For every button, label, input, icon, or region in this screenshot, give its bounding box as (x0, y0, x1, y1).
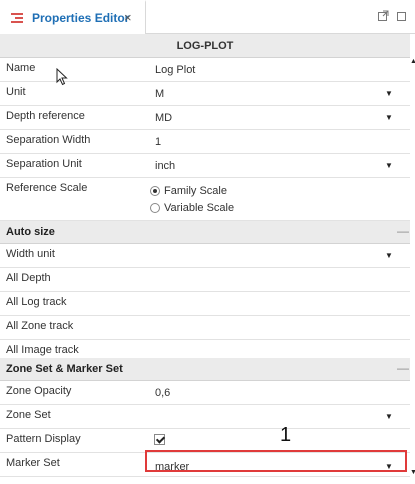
pattern-display-checkbox[interactable] (154, 434, 165, 445)
section-zone-marker-set[interactable]: Zone Set & Marker Set — (0, 358, 410, 381)
unit-dropdown-icon[interactable]: ▼ (385, 89, 393, 98)
maximize-icon[interactable] (397, 12, 406, 21)
tab-bar: Properties Editor × (0, 0, 415, 34)
radio-selected-icon[interactable] (150, 186, 160, 196)
scroll-up-icon[interactable]: ▲ (410, 58, 415, 65)
separation-unit-value[interactable]: inch (155, 160, 175, 172)
row-depth-reference[interactable]: Depth reference MD ▼ (0, 106, 410, 130)
collapse-icon[interactable]: — (397, 224, 409, 238)
depth-reference-label: Depth reference (6, 110, 85, 122)
zone-set-label: Zone Set (6, 409, 51, 421)
depth-reference-value[interactable]: MD (155, 112, 172, 124)
scroll-down-icon[interactable]: ▼ (410, 469, 415, 476)
family-scale-radio[interactable]: Family Scale (150, 185, 310, 199)
width-unit-dropdown-icon[interactable]: ▼ (385, 251, 393, 260)
separation-width-value[interactable]: 1 (155, 136, 161, 148)
all-log-track-label: All Log track (6, 296, 67, 308)
zone-opacity-value[interactable]: 0,6 (155, 387, 170, 399)
properties-list-icon (11, 13, 23, 24)
radio-unselected-icon[interactable] (150, 203, 160, 213)
depth-reference-dropdown-icon[interactable]: ▼ (385, 113, 393, 122)
width-unit-label: Width unit (6, 248, 55, 260)
row-zone-opacity[interactable]: Zone Opacity 0,6 (0, 381, 410, 405)
pattern-display-label: Pattern Display (6, 433, 81, 445)
marker-set-label: Marker Set (6, 457, 60, 469)
name-label: Name (6, 62, 36, 74)
row-reference-scale: Reference Scale Family Scale Variable Sc… (0, 178, 410, 221)
separation-unit-label: Separation Unit (6, 158, 82, 170)
row-separation-unit[interactable]: Separation Unit inch ▼ (0, 154, 410, 178)
properties-grid: Name Log Plot Unit M ▼ Depth reference M… (0, 58, 410, 484)
mouse-cursor-icon (56, 67, 68, 89)
all-image-track-label: All Image track (6, 344, 79, 356)
object-title: LOG-PLOT (0, 34, 410, 58)
row-all-log-track[interactable]: All Log track (0, 292, 410, 316)
zone-opacity-label: Zone Opacity (6, 385, 72, 397)
row-all-depth[interactable]: All Depth (0, 268, 410, 292)
unit-label: Unit (6, 86, 26, 98)
scrollbar[interactable] (410, 34, 415, 484)
marker-set-highlight-box (145, 450, 407, 472)
row-zone-set[interactable]: Zone Set ▼ (0, 405, 410, 429)
section-auto-size[interactable]: Auto size — (0, 221, 410, 244)
tab-close-button[interactable]: × (124, 10, 132, 25)
popout-icon[interactable] (378, 10, 390, 22)
row-all-zone-track[interactable]: All Zone track (0, 316, 410, 340)
name-value[interactable]: Log Plot (155, 64, 195, 76)
section-title: Auto size (6, 226, 55, 238)
separation-unit-dropdown-icon[interactable]: ▼ (385, 161, 393, 170)
separation-width-label: Separation Width (6, 134, 91, 146)
all-depth-label: All Depth (6, 272, 51, 284)
collapse-icon[interactable]: — (397, 361, 409, 375)
variable-scale-radio[interactable]: Variable Scale (150, 202, 310, 216)
all-zone-track-label: All Zone track (6, 320, 74, 332)
tab-title[interactable]: Properties Editor (32, 11, 129, 25)
reference-scale-label: Reference Scale (6, 182, 88, 194)
row-separation-width[interactable]: Separation Width 1 (0, 130, 410, 154)
tab-properties-editor[interactable]: Properties Editor × (0, 0, 146, 34)
section-title: Zone Set & Marker Set (6, 363, 123, 375)
unit-value[interactable]: M (155, 88, 164, 100)
annotation-number: 1 (280, 424, 292, 446)
family-scale-label[interactable]: Family Scale (164, 185, 227, 197)
zone-set-dropdown-icon[interactable]: ▼ (385, 412, 393, 421)
row-width-unit[interactable]: Width unit ▼ (0, 244, 410, 268)
variable-scale-label[interactable]: Variable Scale (164, 202, 234, 214)
